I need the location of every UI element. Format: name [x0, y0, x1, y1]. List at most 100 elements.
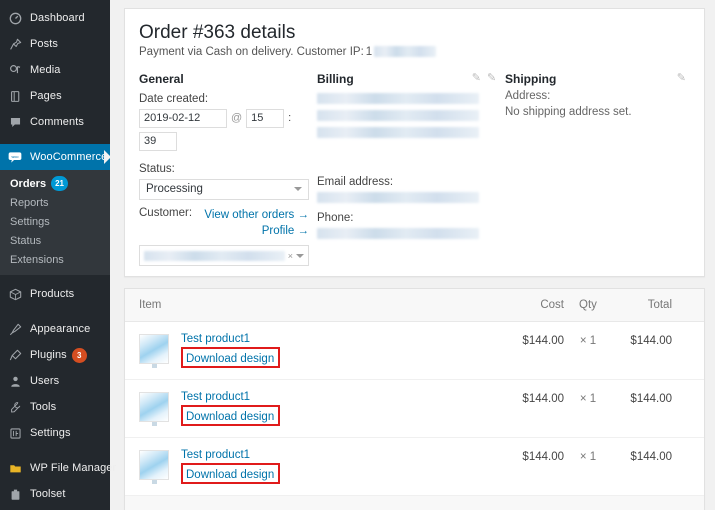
order-columns: General Date created: 2019-02-12 @ 15 : … [139, 71, 690, 267]
general-heading: General [139, 71, 184, 86]
order-data-card: Order #363 details Payment via Cash on d… [124, 8, 705, 278]
sidebar-item-media[interactable]: Media [0, 57, 110, 83]
edit-billing-pencil-icon[interactable]: ✎ [472, 72, 481, 84]
chevron-down-icon [296, 253, 304, 258]
main-content: Order #363 details Payment via Cash on d… [110, 0, 715, 510]
download-design-highlight-box: Download design [181, 405, 281, 427]
sidebar-item-plugins[interactable]: Plugins 3 [0, 342, 110, 368]
item-total: $144.00 [630, 393, 672, 406]
sidebar-item-label: Settings [30, 427, 71, 439]
table-row: Test product1 Download design $144.00 × … [125, 322, 704, 381]
phone-redacted [317, 227, 479, 239]
submenu-item-settings[interactable]: Settings [0, 212, 110, 231]
sidebar-separator [0, 446, 110, 455]
chevron-down-icon [294, 187, 302, 192]
sidebar-item-label: Pages [30, 90, 62, 102]
orders-count-badge: 21 [51, 176, 68, 191]
download-design-link[interactable]: Download design [186, 353, 274, 365]
sidebar-item-label: Plugins [30, 349, 67, 361]
edit-shipping-pencil-icon[interactable]: ✎ [677, 72, 686, 84]
customer-row: Customer: View other orders → Profile → [139, 207, 309, 240]
email-address-redacted [317, 191, 479, 203]
sidebar-item-label: Comments [30, 116, 84, 128]
pages-icon [6, 90, 24, 103]
sidebar-item-toolset[interactable]: Toolset [0, 481, 110, 507]
download-design-link[interactable]: Download design [186, 469, 274, 481]
sidebar-item-woocommerce[interactable]: woo WooCommerce [0, 144, 111, 170]
order-status-select[interactable]: Processing [139, 178, 309, 200]
comments-icon [6, 116, 24, 129]
items-table-header: Item Cost Qty Total [125, 289, 704, 323]
general-column: General Date created: 2019-02-12 @ 15 : … [139, 71, 317, 267]
toolset-icon [6, 488, 24, 501]
sidebar-item-label: Products [30, 288, 75, 300]
table-row: Test product1 Download design $144.00 × … [125, 438, 704, 497]
order-subtitle-text: Payment via Cash on delivery. Customer I… [139, 45, 364, 58]
sidebar-item-products[interactable]: Products [0, 281, 110, 307]
customer-links: View other orders → Profile → [204, 207, 309, 240]
item-total: $144.00 [630, 451, 672, 464]
view-other-orders-link[interactable]: View other orders → [204, 207, 309, 224]
submenu-item-label: Status [10, 234, 42, 247]
sidebar-item-users[interactable]: Users [0, 368, 110, 394]
woocommerce-submenu: Orders 21 Reports Settings Status Extens… [0, 170, 110, 275]
billing-heading: Billing [317, 71, 354, 86]
item-info: Test product1 Download design [181, 333, 494, 369]
submenu-item-orders[interactable]: Orders 21 [0, 174, 110, 193]
sidebar-separator [0, 135, 110, 144]
sidebar-item-settings[interactable]: Settings [0, 420, 110, 446]
customer-profile-link[interactable]: Profile → [204, 223, 309, 240]
shipping-address-label: Address: [505, 89, 551, 102]
svg-text:woo: woo [12, 154, 19, 158]
sidebar-item-label: Users [30, 375, 60, 387]
submenu-item-reports[interactable]: Reports [0, 193, 110, 212]
items-table-footer [125, 496, 704, 510]
sidebar-item-label: Media [30, 64, 61, 76]
appearance-icon [6, 323, 24, 336]
products-icon [6, 288, 24, 301]
item-cost: $144.00 [522, 393, 564, 406]
submenu-item-status[interactable]: Status [0, 231, 110, 250]
settings-gear-icon [6, 427, 24, 440]
download-design-link[interactable]: Download design [186, 411, 274, 423]
column-header-cost: Cost [540, 299, 564, 312]
sidebar-item-comments[interactable]: Comments [0, 109, 110, 135]
date-created-input[interactable]: 2019-02-12 [139, 108, 227, 128]
minute-input[interactable]: 39 [139, 131, 177, 151]
sidebar-item-label: Appearance [30, 323, 91, 335]
billing-address-line-redacted [317, 109, 479, 121]
download-design-highlight-box: Download design [181, 463, 281, 485]
media-icon [6, 64, 24, 77]
hour-input[interactable]: 15 [246, 108, 285, 128]
item-cost: $144.00 [522, 335, 564, 348]
billing-phone-block: Phone: [317, 212, 479, 239]
item-qty: × 1 [579, 335, 597, 348]
edit-billing-secondary-pencil-icon[interactable]: ✎ [487, 72, 496, 84]
admin-screen: Dashboard Posts Media Pages Comments woo… [0, 0, 715, 510]
submenu-item-extensions[interactable]: Extensions [0, 250, 110, 269]
product-name-link[interactable]: Test product1 [181, 449, 494, 461]
product-thumbnail [139, 392, 169, 427]
sidebar-item-pages[interactable]: Pages [0, 83, 110, 109]
product-name-link[interactable]: Test product1 [181, 391, 494, 403]
phone-label: Phone: [317, 211, 354, 224]
sidebar-item-label: WP File Manager [30, 462, 117, 474]
billing-address-line-redacted [317, 92, 479, 104]
item-info: Test product1 Download design [181, 391, 494, 427]
customer-select[interactable]: × [139, 245, 309, 267]
product-name-link[interactable]: Test product1 [181, 333, 494, 345]
sidebar-item-appearance[interactable]: Appearance [0, 316, 110, 342]
customer-ip-visible: 1 [365, 45, 373, 58]
order-subtitle: Payment via Cash on delivery. Customer I… [139, 46, 690, 58]
sidebar-item-dashboard[interactable]: Dashboard [0, 5, 110, 31]
users-icon [6, 375, 24, 388]
customer-label: Customer: [139, 206, 193, 219]
sidebar-item-posts[interactable]: Posts [0, 31, 110, 57]
product-thumbnail [139, 334, 169, 369]
submenu-item-label: Settings [10, 215, 50, 228]
sidebar-item-wp-file-manager[interactable]: WP File Manager [0, 455, 116, 481]
dashboard-icon [6, 12, 24, 25]
sidebar-item-tools[interactable]: Tools [0, 394, 110, 420]
shipping-column: ✎ ✎ Shipping Address: No shipping addres… [487, 72, 690, 266]
clear-customer-icon[interactable]: × [288, 251, 293, 261]
